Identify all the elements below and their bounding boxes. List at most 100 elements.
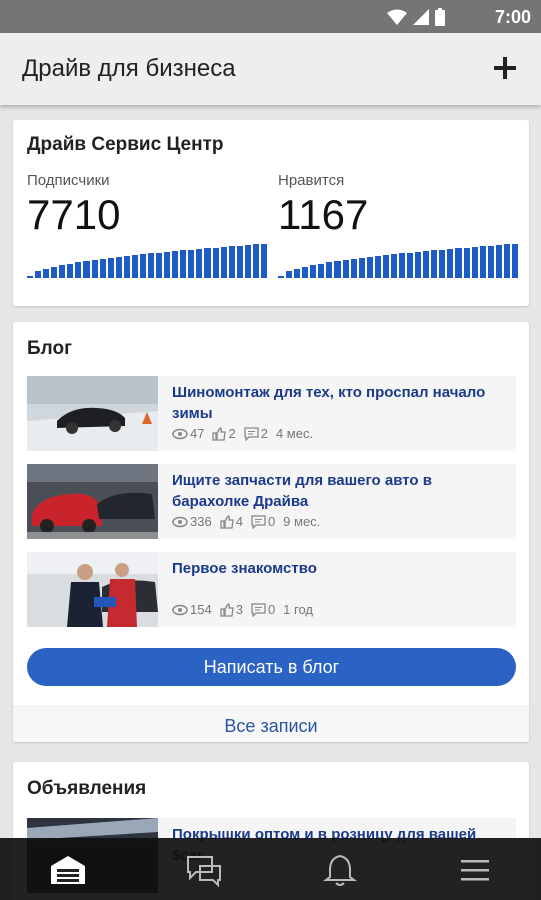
post-comments: 0 [267, 514, 276, 529]
post-comments: 0 [267, 602, 276, 617]
status-time: 7:00 [494, 7, 531, 27]
sparkline-bar [35, 271, 42, 278]
sparkline-bar [188, 250, 195, 278]
sparkline-bar [479, 246, 486, 278]
sparkline-bar [334, 261, 341, 278]
post-meta: 47 2 2 4 мес. [172, 426, 321, 441]
sparkline-bar [164, 252, 171, 278]
sparkline-bar [294, 269, 301, 278]
sparkline-bar [399, 253, 406, 278]
thumb-up-icon [212, 426, 227, 441]
battery-icon [435, 8, 445, 26]
blog-post[interactable]: Шиномонтаж для тех, кто проспал начало з… [27, 376, 516, 451]
subscribers-value: 7710 [27, 191, 121, 238]
sparkline-bar [431, 250, 438, 278]
likes-label: Нравится [278, 172, 345, 189]
sparkline-bar [172, 251, 179, 278]
sparkline-bar [196, 249, 203, 278]
messages-icon [187, 856, 221, 888]
sparkline-bar [252, 244, 259, 278]
post-meta: 154 3 0 1 год [172, 602, 321, 617]
add-button[interactable] [491, 49, 519, 87]
stats-card[interactable]: Драйв Сервис Центр Подписчики 7710 Нрави… [13, 120, 529, 306]
sparkline-bar [27, 276, 34, 278]
sparkline-bar [220, 247, 227, 278]
sparkline-bar [148, 253, 155, 278]
sparkline-bar [236, 246, 243, 278]
post-views: 336 [190, 514, 212, 529]
post-title: Первое знакомство [172, 560, 317, 577]
sparkline-bar [278, 276, 285, 278]
sparkline-bar [511, 244, 518, 278]
eye-icon [172, 428, 188, 439]
nav-notifications[interactable] [320, 852, 360, 888]
sparkline-bar [75, 262, 82, 278]
sparkline-bar [310, 265, 317, 278]
sparkline-bar [390, 254, 397, 278]
post-thumbnail [27, 552, 158, 627]
plus-icon [494, 57, 516, 79]
sparkline-bar [495, 245, 502, 278]
notifications-icon [323, 854, 357, 886]
eye-icon [172, 604, 188, 615]
sparkline-bar [228, 246, 235, 278]
sparkline-bar [415, 252, 422, 278]
sparkline-bar [212, 248, 219, 278]
sparkline-bar [244, 245, 251, 278]
write-blog-button[interactable]: Написать в блог [27, 648, 516, 686]
sparkline-bar [156, 253, 163, 278]
sparkline-bar [342, 260, 349, 278]
comment-icon [244, 426, 259, 441]
nav-garage[interactable] [48, 852, 88, 888]
subscribers-label: Подписчики [27, 172, 110, 189]
garage-icon [51, 856, 85, 884]
sparkline-bar [455, 248, 462, 278]
post-likes: 2 [228, 426, 236, 441]
sparkline-bar [503, 244, 510, 278]
sparkline-bar [463, 248, 470, 278]
post-age: 1 год [283, 602, 313, 617]
business-name: Драйв Сервис Центр [27, 134, 224, 155]
sparkline-bar [59, 265, 66, 278]
eye-icon [172, 516, 188, 527]
post-meta: 336 4 0 9 мес. [172, 514, 328, 529]
sparkline-bar [43, 269, 50, 278]
likes-value: 1167 [278, 191, 369, 238]
sparkline-bar [447, 249, 454, 278]
post-likes: 4 [235, 514, 243, 529]
sparkline-bar [67, 264, 74, 278]
blog-heading: Блог [27, 338, 72, 359]
subscribers-stat[interactable]: Подписчики 7710 [27, 172, 267, 239]
nav-menu[interactable] [455, 852, 495, 888]
all-posts-button[interactable]: Все записи [13, 706, 529, 742]
sparkline-bar [366, 257, 373, 278]
sparkline-bar [374, 256, 381, 278]
blog-post[interactable]: Ищите запчасти для вашего авто в барахол… [27, 464, 516, 539]
sparkline-bar [439, 250, 446, 278]
post-title: Ищите запчасти для вашего авто в барахол… [172, 472, 432, 510]
sparkline-bar [471, 247, 478, 278]
post-views: 154 [190, 602, 212, 617]
status-bar: 7:00 [0, 0, 541, 33]
sparkline-bar [204, 248, 211, 278]
sparkline-bar [302, 267, 309, 278]
sparkline-bar [83, 261, 90, 278]
post-title: Шиномонтаж для тех, кто проспал начало з… [172, 384, 486, 422]
sparkline-bar [51, 267, 58, 278]
app-bar: Драйв для бизнеса [0, 33, 541, 105]
post-age: 4 мес. [275, 426, 314, 441]
blog-card: Блог Шиномонтаж для тех, кто проспал нач… [13, 322, 529, 742]
sparkline-bar [423, 251, 430, 278]
sparkline-bar [115, 257, 122, 278]
thumb-up-icon [220, 602, 234, 617]
likes-stat[interactable]: Нравится 1167 [278, 172, 518, 239]
ads-heading: Объявления [27, 778, 147, 799]
sparkline-bar [260, 244, 267, 278]
sparkline-bar [123, 256, 130, 278]
signal-icon [413, 9, 429, 25]
menu-icon [461, 860, 489, 881]
blog-post[interactable]: Первое знакомство 154 3 0 1 год [27, 552, 516, 627]
nav-messages[interactable] [184, 852, 224, 888]
comment-icon [251, 514, 266, 529]
sparkline-bar [286, 271, 293, 278]
